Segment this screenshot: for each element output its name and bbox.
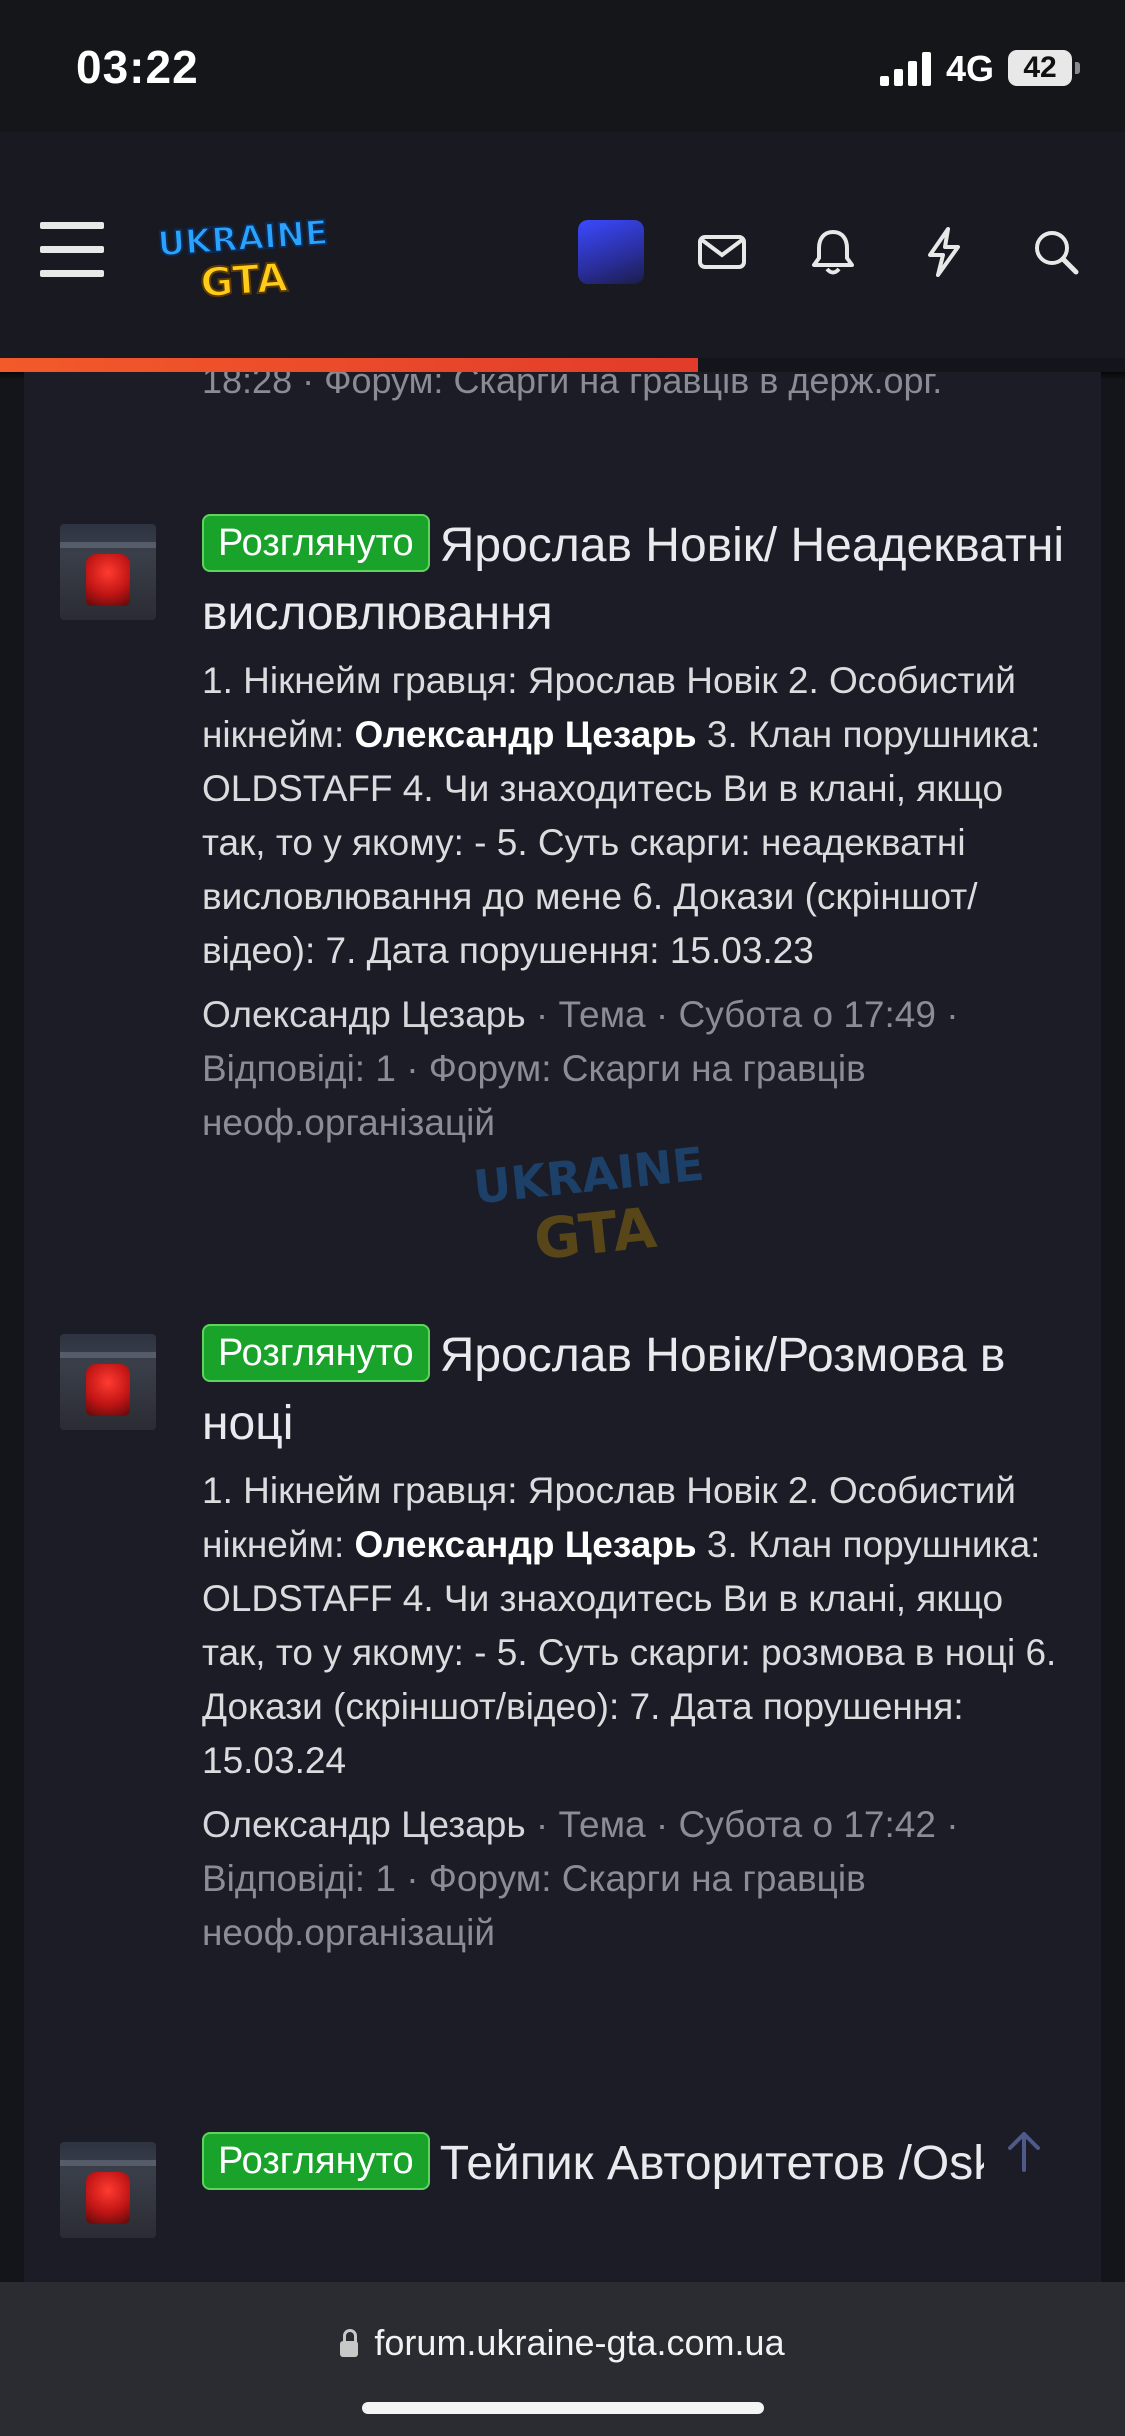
menu-icon[interactable] [40, 222, 104, 278]
scroll-to-top-button[interactable] [984, 2112, 1064, 2192]
home-indicator[interactable] [362, 2402, 764, 2414]
url-text[interactable]: forum.ukraine-gta.com.ua [374, 2322, 784, 2363]
battery-tip [1075, 62, 1080, 74]
snippet-highlight: Олександр Цезарь [354, 714, 697, 755]
thread-title[interactable]: Розглянуто Ярослав Новік/Розмова в ноці [202, 1322, 1072, 1458]
thread-title[interactable]: Розглянуто Тейпик Авторитетов /Osk [202, 2130, 1072, 2198]
thread-meta: Олександр Цезарь · Тема · Субота о 17:49… [202, 994, 959, 1143]
url-display[interactable]: forum.ukraine-gta.com.ua [0, 2322, 1125, 2364]
previous-result-meta: 18:28 · Форум: Скарги на гравців в держ.… [202, 372, 943, 401]
lightning-icon[interactable] [916, 224, 972, 280]
author-link[interactable]: Олександр Цезарь [202, 1804, 526, 1845]
thread-title-text[interactable]: Тейпик Авторитетов /Osk [440, 2137, 998, 2190]
network-type: 4G [946, 48, 995, 89]
status-badge: Розглянуто [202, 1324, 430, 1382]
mail-icon[interactable] [694, 224, 750, 280]
browser-address-bar[interactable]: forum.ukraine-gta.com.ua [0, 2282, 1125, 2436]
svg-text:GTA: GTA [531, 1196, 660, 1273]
battery-indicator: 42 [1008, 50, 1072, 86]
bell-icon[interactable] [805, 224, 861, 280]
reading-progress-bar [0, 358, 698, 372]
thread-snippet: 1. Нікнейм гравця: Ярослав Новік 2. Особ… [202, 1470, 1057, 1781]
status-time: 03:22 [76, 41, 199, 93]
search-results: 18:28 · Форум: Скарги на гравців в держ.… [24, 372, 1101, 2282]
thread-snippet: 1. Нікнейм гравця: Ярослав Новік 2. Особ… [202, 660, 1041, 971]
signal-icon [880, 52, 931, 86]
author-link[interactable]: Олександр Цезарь [202, 994, 526, 1035]
site-header: UKRAINE GTA [0, 132, 1125, 358]
search-icon[interactable] [1028, 224, 1084, 280]
avatar[interactable] [60, 524, 156, 620]
lock-icon [340, 2329, 359, 2357]
site-logo[interactable]: UKRAINE GTA [152, 206, 342, 302]
status-bar: 03:22 4G 42 [0, 0, 1125, 132]
status-badge: Розглянуто [202, 514, 430, 572]
snippet-highlight: Олександр Цезарь [354, 1524, 697, 1565]
status-badge: Розглянуто [202, 2132, 430, 2190]
logo-watermark: UKRAINE GTA [471, 1137, 706, 1274]
logo-text-bottom: GTA [199, 255, 289, 302]
thread-meta: Олександр Цезарь · Тема · Субота о 17:42… [202, 1804, 959, 1953]
avatar[interactable] [60, 1334, 156, 1430]
thread-title[interactable]: Розглянуто Ярослав Новік/ Неадекватні вис… [202, 512, 1072, 648]
avatar[interactable] [60, 2142, 156, 2238]
avatar[interactable] [578, 220, 644, 284]
